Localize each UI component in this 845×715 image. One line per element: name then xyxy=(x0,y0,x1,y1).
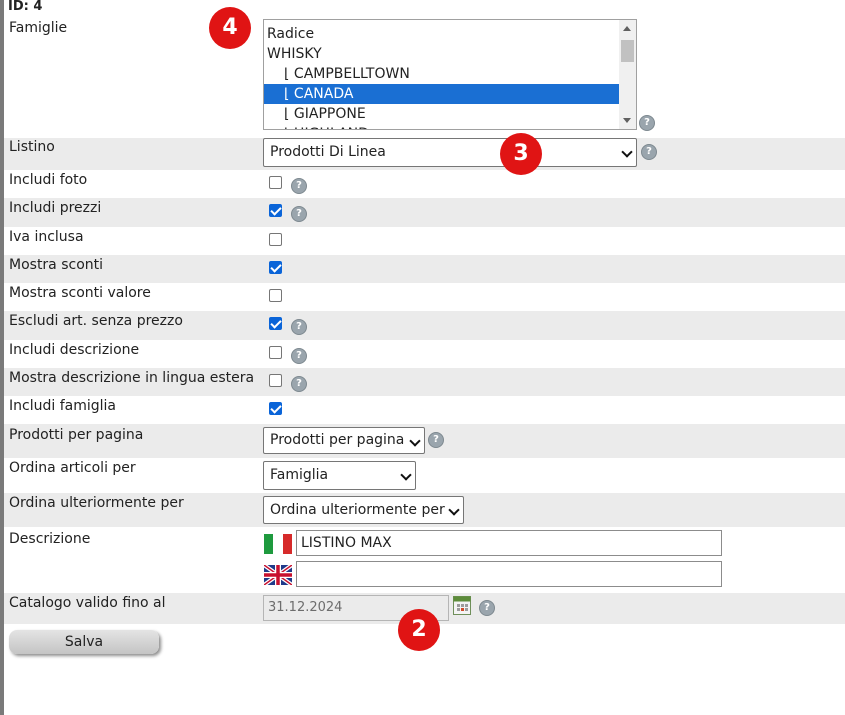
row-checkbox-option: Mostra sconti valore xyxy=(4,283,845,311)
famiglie-option[interactable]: Radice xyxy=(264,24,619,44)
ordina-articoli-label: Ordina articoli per xyxy=(9,460,136,476)
row-checkbox-option: Includi prezzi? xyxy=(4,198,845,227)
annotation-badge-4: 4 xyxy=(209,7,251,49)
checkbox-option[interactable] xyxy=(269,204,282,217)
checkbox-option[interactable] xyxy=(269,289,282,302)
help-icon[interactable]: ? xyxy=(291,178,307,194)
checkbox-option[interactable] xyxy=(269,176,282,189)
ordina-articoli-select[interactable]: Famiglia xyxy=(263,461,416,490)
checkbox-option[interactable] xyxy=(269,402,282,415)
famiglie-option[interactable]: ⌊ CANADA xyxy=(264,84,619,104)
famiglie-option[interactable]: ⌊ CAMPBELLTOWN xyxy=(264,64,619,84)
famiglie-listbox[interactable]: Radice WHISKY ⌊ CAMPBELLTOWN ⌊ CANADA ⌊ GIAP… xyxy=(263,19,637,130)
help-icon-listino[interactable]: ? xyxy=(641,144,657,160)
checkbox-option-label: Includi descrizione xyxy=(9,342,140,358)
uk-flag-icon xyxy=(264,565,292,585)
checkbox-option-label: Includi foto xyxy=(9,172,88,188)
ordina-ulteriormente-label: Ordina ulteriormente per xyxy=(9,495,184,511)
row-checkbox-option: Mostra sconti xyxy=(4,255,845,283)
annotation-badge-2: 2 xyxy=(398,609,440,651)
chevron-down-icon xyxy=(621,146,633,158)
row-checkbox-option: Includi famiglia xyxy=(4,396,845,424)
help-icon-catalogo[interactable]: ? xyxy=(479,600,495,616)
ordina-ulteriormente-select[interactable]: Ordina ulteriormente per xyxy=(263,496,464,524)
italian-flag-icon xyxy=(264,534,292,554)
calendar-icon[interactable] xyxy=(453,596,471,615)
listino-label: Listino xyxy=(9,139,55,155)
scroll-down-icon[interactable] xyxy=(623,118,631,123)
row-checkbox-option: Iva inclusa xyxy=(4,227,845,255)
checkbox-option[interactable] xyxy=(269,317,282,330)
descrizione-label: Descrizione xyxy=(9,531,91,547)
help-icon[interactable]: ? xyxy=(291,206,307,222)
checkbox-option-label: Iva inclusa xyxy=(9,229,84,245)
prodotti-per-pagina-label: Prodotti per pagina xyxy=(9,427,144,443)
annotation-badge-3: 3 xyxy=(500,133,542,175)
help-icon-famiglie[interactable]: ? xyxy=(639,115,655,131)
famiglie-option[interactable]: ⌊ HIGHLAND xyxy=(264,124,619,129)
ordina-articoli-value: Famiglia xyxy=(270,467,329,483)
chevron-down-icon xyxy=(409,435,421,447)
listino-select-value: Prodotti Di Linea xyxy=(270,144,386,160)
catalogo-label: Catalogo valido fino al xyxy=(9,595,166,611)
scroll-up-icon[interactable] xyxy=(623,26,631,31)
catalogo-date-value: 31.12.2024 xyxy=(268,600,343,615)
scroll-thumb[interactable] xyxy=(621,40,634,62)
help-icon-prodotti-per-pagina[interactable]: ? xyxy=(428,432,444,448)
help-icon[interactable]: ? xyxy=(291,348,307,364)
save-button[interactable]: Salva xyxy=(9,630,159,654)
famiglie-option[interactable]: WHISKY xyxy=(264,44,619,64)
prodotti-per-pagina-value: Prodotti per pagina xyxy=(270,432,405,448)
chevron-down-icon xyxy=(400,469,412,481)
record-id: ID: 4 xyxy=(8,0,43,14)
checkbox-option-label: Includi famiglia xyxy=(9,398,116,414)
famiglie-label: Famiglie xyxy=(9,20,68,36)
checkbox-option[interactable] xyxy=(269,261,282,274)
chevron-down-icon xyxy=(448,504,460,516)
checkbox-option-label: Mostra sconti valore xyxy=(9,285,151,301)
descrizione-en-input[interactable] xyxy=(296,561,722,587)
famiglie-scrollbar[interactable] xyxy=(619,20,636,129)
row-checkbox-option: Includi descrizione? xyxy=(4,340,845,368)
descrizione-it-value: LISTINO MAX xyxy=(301,535,392,551)
ordina-ulteriormente-value: Ordina ulteriormente per xyxy=(270,502,445,518)
checkbox-option-label: Includi prezzi xyxy=(9,200,102,216)
row-checkbox-option: Mostra descrizione in lingua estera? xyxy=(4,368,845,396)
row-checkbox-option: Escludi art. senza prezzo? xyxy=(4,311,845,340)
prodotti-per-pagina-select[interactable]: Prodotti per pagina xyxy=(263,427,425,454)
help-icon[interactable]: ? xyxy=(291,376,307,392)
help-icon[interactable]: ? xyxy=(291,319,307,335)
checkbox-option[interactable] xyxy=(269,346,282,359)
listino-select[interactable]: Prodotti Di Linea xyxy=(263,138,637,167)
famiglie-option[interactable]: ⌊ GIAPPONE xyxy=(264,104,619,124)
descrizione-it-input[interactable]: LISTINO MAX xyxy=(296,530,722,556)
checkbox-option-label: Mostra sconti xyxy=(9,257,104,273)
checkbox-option-label: Escludi art. senza prezzo xyxy=(9,313,183,329)
checkbox-option[interactable] xyxy=(269,374,282,387)
checkbox-option[interactable] xyxy=(269,233,282,246)
row-checkbox-option: Includi foto? xyxy=(4,170,845,198)
row-ordina-articoli: Ordina articoli per xyxy=(4,458,845,493)
checkbox-option-label: Mostra descrizione in lingua estera xyxy=(9,370,255,386)
